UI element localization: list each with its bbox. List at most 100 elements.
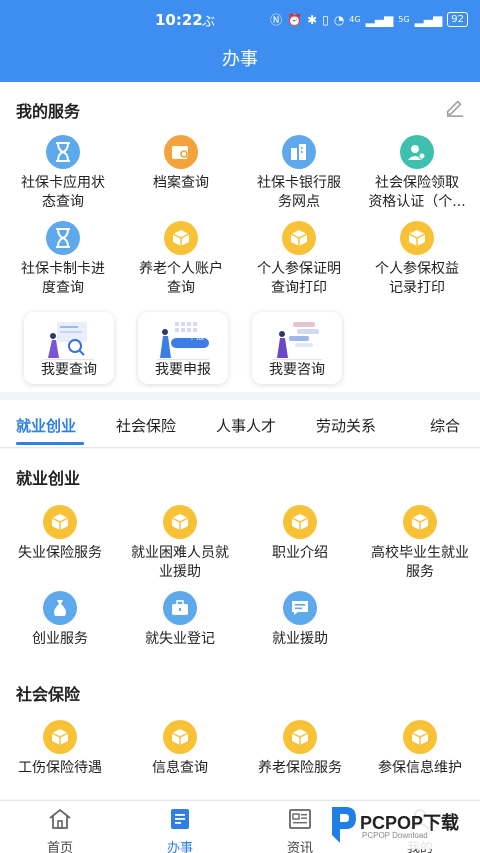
network-4g-label: 4G bbox=[349, 15, 361, 24]
service-label: 工伤保险待遇 bbox=[18, 760, 102, 776]
nfc-icon: Ⓝ bbox=[270, 13, 283, 27]
box-icon bbox=[403, 505, 437, 539]
network-5g-label: 5G bbox=[398, 15, 410, 24]
status-bar: 10:22 ぶ Ⓝ ⏰ ✱ ▯ ◔ 4G ▂▄▆ 5G ▂▄▆ 92 bbox=[0, 0, 480, 40]
chat-icon bbox=[283, 591, 317, 625]
header-bar: 办事 bbox=[0, 40, 480, 82]
service-label: 业援助 bbox=[159, 564, 201, 580]
service-insurance-info-maintenance[interactable]: 参保信息维护 bbox=[360, 720, 480, 778]
service-label: 服务 bbox=[406, 564, 434, 580]
watermark: PCPOP下载 PCPOP Download bbox=[326, 803, 476, 849]
watermark-logo-icon bbox=[332, 807, 356, 843]
signal-icon: ▂▄▆ bbox=[365, 12, 394, 27]
service-label: 度查询 bbox=[42, 280, 84, 296]
section-title-social-insurance: 社会保险 bbox=[16, 685, 81, 704]
quick-action-label: 我要咨询 bbox=[269, 362, 325, 378]
tab-personnel[interactable]: 人事人才 bbox=[216, 415, 276, 436]
money-bag-icon bbox=[43, 591, 77, 625]
section-title-employment: 就业创业 bbox=[16, 469, 81, 488]
archive-search-icon bbox=[164, 135, 198, 169]
tab-social-insurance[interactable]: 社会保险 bbox=[116, 415, 176, 436]
box-icon bbox=[283, 720, 317, 754]
service-label: 查询 bbox=[167, 280, 195, 296]
service-insurance-certificate[interactable]: 个人参保证明 查询打印 bbox=[239, 221, 359, 298]
page-title: 办事 bbox=[222, 49, 258, 70]
service-label: 个人参保权益 bbox=[375, 261, 459, 277]
tab-employment[interactable]: 就业创业 bbox=[16, 415, 76, 436]
service-label: 就失业登记 bbox=[145, 631, 215, 647]
service-label: 就业援助 bbox=[272, 631, 328, 647]
service-label: 档案查询 bbox=[153, 175, 209, 191]
service-label: 个人参保证明 bbox=[257, 261, 341, 277]
quick-action-consult[interactable]: 我要咨询 bbox=[252, 312, 342, 384]
quick-action-query[interactable]: 我要查询 bbox=[24, 312, 114, 384]
edit-icon[interactable] bbox=[444, 96, 466, 118]
query-illustration-icon bbox=[44, 322, 94, 360]
box-icon bbox=[400, 221, 434, 255]
nav-label: 办事 bbox=[166, 841, 193, 853]
box-icon bbox=[282, 221, 316, 255]
service-graduate-employment[interactable]: 高校毕业生就业 服务 bbox=[360, 505, 480, 582]
bank-building-icon bbox=[282, 135, 316, 169]
status-icons: Ⓝ ⏰ ✱ ▯ ◔ 4G ▂▄▆ 5G ▂▄▆ 92 bbox=[270, 11, 468, 28]
box-icon bbox=[43, 505, 77, 539]
briefcase-icon bbox=[163, 591, 197, 625]
service-bank-outlets[interactable]: 社保卡银行服 务网点 bbox=[239, 135, 359, 212]
bluetooth-icon: ✱ bbox=[307, 12, 318, 27]
hourglass-icon bbox=[46, 135, 80, 169]
service-qualification-cert[interactable]: 社会保险领取 资格认证（个... bbox=[357, 135, 477, 212]
service-work-injury[interactable]: 工伤保险待遇 bbox=[0, 720, 120, 778]
service-info-query[interactable]: 信息查询 bbox=[120, 720, 240, 778]
nav-tasks[interactable]: 办事 bbox=[140, 807, 220, 853]
service-label: 创业服务 bbox=[32, 631, 88, 647]
box-icon bbox=[163, 720, 197, 754]
service-label: 记录打印 bbox=[389, 280, 445, 296]
service-label: 务网点 bbox=[278, 194, 320, 210]
service-label: 失业保险服务 bbox=[18, 545, 102, 561]
service-label: 养老保险服务 bbox=[258, 760, 342, 776]
qualification-icon bbox=[400, 135, 434, 169]
service-employment-registration[interactable]: 就失业登记 bbox=[120, 591, 240, 649]
alarm-icon: ⏰ bbox=[287, 12, 303, 27]
nav-label: 首页 bbox=[46, 841, 73, 853]
nav-home[interactable]: 首页 bbox=[20, 807, 100, 853]
service-pension-account[interactable]: 养老个人账户 查询 bbox=[121, 221, 241, 298]
tab-labor-relations[interactable]: 劳动关系 bbox=[316, 415, 376, 436]
hourglass-icon bbox=[46, 221, 80, 255]
service-job-introduction[interactable]: 职业介绍 bbox=[240, 505, 360, 563]
service-employment-aid[interactable]: 就业援助 bbox=[240, 591, 360, 649]
task-icon bbox=[171, 809, 189, 829]
service-label: 参保信息维护 bbox=[378, 760, 462, 776]
wifi-icon: ◔ bbox=[333, 12, 345, 27]
report-badge: 申报 bbox=[188, 332, 204, 341]
box-icon bbox=[164, 221, 198, 255]
home-icon bbox=[49, 808, 71, 829]
category-tabs: 就业创业 社会保险 人事人才 劳动关系 综合 bbox=[0, 400, 480, 448]
service-label: 信息查询 bbox=[152, 760, 208, 776]
service-label: 资格认证（个... bbox=[368, 194, 466, 210]
service-employment-assistance-difficult[interactable]: 就业困难人员就 业援助 bbox=[120, 505, 240, 582]
service-archive-query[interactable]: 档案查询 bbox=[121, 135, 241, 193]
battery-indicator: 92 bbox=[447, 12, 468, 27]
service-entrepreneurship[interactable]: 创业服务 bbox=[0, 591, 120, 649]
box-icon bbox=[163, 505, 197, 539]
tab-general[interactable]: 综合 bbox=[430, 415, 460, 436]
status-extra-icon: ぶ bbox=[202, 15, 216, 30]
service-rights-record[interactable]: 个人参保权益 记录打印 bbox=[357, 221, 477, 298]
service-card-progress[interactable]: 社保卡制卡进 度查询 bbox=[3, 221, 123, 298]
service-label: 社会保险领取 bbox=[375, 175, 459, 191]
service-label: 社保卡制卡进 bbox=[21, 261, 105, 277]
signal-icon: ▂▄▆ bbox=[414, 12, 443, 27]
service-label: 高校毕业生就业 bbox=[371, 545, 469, 561]
vibrate-icon: ▯ bbox=[322, 12, 329, 27]
service-pension-insurance[interactable]: 养老保险服务 bbox=[240, 720, 360, 778]
consult-illustration-icon bbox=[272, 322, 322, 360]
service-label: 养老个人账户 bbox=[139, 261, 223, 277]
box-icon bbox=[403, 720, 437, 754]
quick-action-report[interactable]: 申报 我要申报 bbox=[138, 312, 228, 384]
service-social-card-status[interactable]: 社保卡应用状 态查询 bbox=[3, 135, 123, 212]
service-unemployment-insurance[interactable]: 失业保险服务 bbox=[0, 505, 120, 563]
status-time: 10:22 bbox=[155, 11, 203, 29]
service-label: 社保卡银行服 bbox=[257, 175, 341, 191]
service-label: 职业介绍 bbox=[272, 545, 328, 561]
